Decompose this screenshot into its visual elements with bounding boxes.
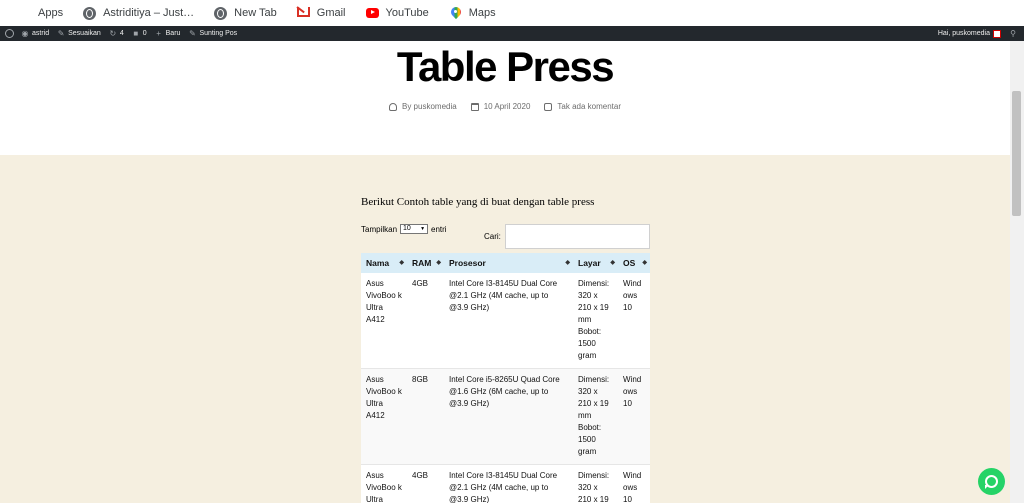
admin-bar-updates[interactable]: ↻ 4 <box>105 26 128 41</box>
post-meta: By puskomedia 10 April 2020 Tak ada kome… <box>0 102 1010 111</box>
post-content: Berikut Contoh table yang di buat dengan… <box>0 155 1010 503</box>
cell-os: Wind ows 10 <box>618 464 650 503</box>
cell-os: Wind ows 10 <box>618 368 650 465</box>
calendar-icon <box>470 102 479 111</box>
post-title: Table Press <box>396 43 615 90</box>
bookmark-label: Maps <box>468 7 496 19</box>
cell-nama: Asus VivoBoo k Ultra A412 <box>361 368 407 465</box>
length-value: 10 <box>403 225 411 232</box>
column-header-ram[interactable]: RAM ◆ <box>407 253 444 273</box>
author-label: By puskomedia <box>402 102 457 111</box>
pencil-icon: ✎ <box>189 28 196 38</box>
admin-bar-comments[interactable]: ■ 0 <box>128 26 151 41</box>
post-author[interactable]: By puskomedia <box>389 102 457 111</box>
table-row: Asus VivoBoo k Ultra A412 4GB Intel Core… <box>361 273 650 369</box>
bookmark-label: Astriditiya – Just… <box>103 7 195 19</box>
cell-nama: Asus VivoBoo k Ultra <box>361 464 407 503</box>
sort-icon: ◆ <box>565 260 570 266</box>
wordpress-logo-icon[interactable] <box>5 29 14 38</box>
admin-bar-new[interactable]: + Baru <box>151 26 185 41</box>
comment-bubble-icon <box>544 102 553 111</box>
maps-icon <box>449 7 462 20</box>
updates-count: 4 <box>119 30 124 37</box>
scrollbar-thumb[interactable] <box>1012 91 1021 216</box>
customize-label: Sesuaikan <box>68 30 101 37</box>
intro-text: Berikut Contoh table yang di buat dengan… <box>361 196 595 208</box>
length-suffix: entri <box>431 224 447 234</box>
wp-admin-bar: ◉ astrid ✎ Sesuaikan ↻ 4 ■ 0 + Baru ✎ Su… <box>0 26 1024 41</box>
bookmark-apps[interactable]: Apps <box>12 2 69 24</box>
bookmark-youtube[interactable]: YouTube <box>360 2 435 24</box>
sort-icon: ◆ <box>610 260 615 266</box>
column-header-prosesor[interactable]: Prosesor ◆ <box>444 253 573 273</box>
column-header-os[interactable]: OS ◆ <box>618 253 650 273</box>
cell-prosesor: Intel Core I3-8145U Dual Core @2.1 GHz (… <box>444 464 573 503</box>
sort-icon: ◆ <box>399 260 404 266</box>
globe-icon <box>214 6 228 20</box>
cell-nama: Asus VivoBoo k Ultra A412 <box>361 273 407 369</box>
bookmarks-bar: Apps Astriditiya – Just… New Tab Gmail Y… <box>0 0 1024 26</box>
comments-count: 0 <box>142 30 147 37</box>
post-header: Table Press By puskomedia 10 April 2020 … <box>0 41 1010 155</box>
admin-bar-site[interactable]: ◉ astrid <box>17 26 53 41</box>
bookmark-label: YouTube <box>385 7 429 19</box>
search-icon: ⚲ <box>1010 28 1016 38</box>
admin-bar-account[interactable]: Hai, puskomedia <box>934 26 1005 41</box>
apps-grid-icon <box>18 7 31 20</box>
gmail-icon <box>296 6 310 20</box>
sort-icon: ◆ <box>436 260 441 266</box>
avatar <box>993 29 1001 38</box>
search-input[interactable] <box>505 224 650 249</box>
comments-label: Tak ada komentar <box>557 102 621 111</box>
admin-bar-search[interactable]: ⚲ <box>1005 26 1024 41</box>
brush-icon: ✎ <box>57 28 65 38</box>
column-header-nama[interactable]: Nama ◆ <box>361 253 407 273</box>
sort-icon: ◆ <box>642 260 647 266</box>
table-row: Asus VivoBoo k Ultra A412 8GB Intel Core… <box>361 368 650 465</box>
bookmark-gmail[interactable]: Gmail <box>291 2 352 24</box>
date-label: 10 April 2020 <box>483 102 531 111</box>
admin-bar-edit-post[interactable]: ✎ Sunting Pos <box>184 26 241 41</box>
cell-os: Wind ows 10 <box>618 273 650 369</box>
bookmark-label: New Tab <box>234 7 277 19</box>
new-label: Baru <box>165 30 181 37</box>
bookmark-astriditiya[interactable]: Astriditiya – Just… <box>77 2 200 24</box>
bookmark-new-tab[interactable]: New Tab <box>208 2 283 24</box>
cell-ram: 4GB <box>407 273 444 369</box>
tablepress-table: Nama ◆ RAM ◆ Prosesor ◆ Layar ◆ OS ◆ Asus Viv… <box>361 253 650 503</box>
page-viewport: Table Press By puskomedia 10 April 2020 … <box>0 41 1010 503</box>
post-date[interactable]: 10 April 2020 <box>470 102 531 111</box>
length-select[interactable]: 10 <box>400 224 429 234</box>
column-header-layar[interactable]: Layar ◆ <box>573 253 618 273</box>
cell-layar: Dimensi: 320 x 210 x 19 <box>573 464 618 503</box>
table-length-control: Tampilkan 10 entri <box>361 224 447 234</box>
cell-layar: Dimensi: 320 x 210 x 19 mm Bobot: 1500 g… <box>573 368 618 465</box>
bookmark-label: Apps <box>38 7 64 19</box>
admin-bar-customize[interactable]: ✎ Sesuaikan <box>53 26 105 41</box>
page-scrollbar[interactable] <box>1010 41 1024 503</box>
youtube-icon <box>365 7 379 20</box>
cell-prosesor: Intel Core i5-8265U Quad Core @1.6 GHz (… <box>444 368 573 465</box>
person-icon <box>389 102 397 111</box>
refresh-icon: ↻ <box>109 28 117 38</box>
length-prefix: Tampilkan <box>361 224 398 234</box>
cell-ram: 4GB <box>407 464 444 503</box>
globe-icon <box>83 6 97 20</box>
cell-prosesor: Intel Core I3-8145U Dual Core @2.1 GHz (… <box>444 273 573 369</box>
greeting: Hai, puskomedia <box>937 30 990 37</box>
comment-icon: ■ <box>133 28 139 38</box>
whatsapp-chat-button[interactable] <box>978 468 1005 495</box>
bookmark-maps[interactable]: Maps <box>443 2 502 24</box>
bookmark-label: Gmail <box>316 7 346 19</box>
search-label: Cari: <box>484 232 501 241</box>
site-name: astrid <box>32 30 50 37</box>
post-comments[interactable]: Tak ada komentar <box>544 102 621 111</box>
dashboard-icon: ◉ <box>21 28 29 38</box>
cell-ram: 8GB <box>407 368 444 465</box>
table-row: Asus VivoBoo k Ultra 4GB Intel Core I3-8… <box>361 464 650 503</box>
table-header-row: Nama ◆ RAM ◆ Prosesor ◆ Layar ◆ OS ◆ <box>361 253 650 273</box>
cell-layar: Dimensi: 320 x 210 x 19 mm Bobot: 1500 g… <box>573 273 618 369</box>
plus-icon: + <box>156 28 161 38</box>
edit-post-label: Sunting Pos <box>199 30 238 37</box>
